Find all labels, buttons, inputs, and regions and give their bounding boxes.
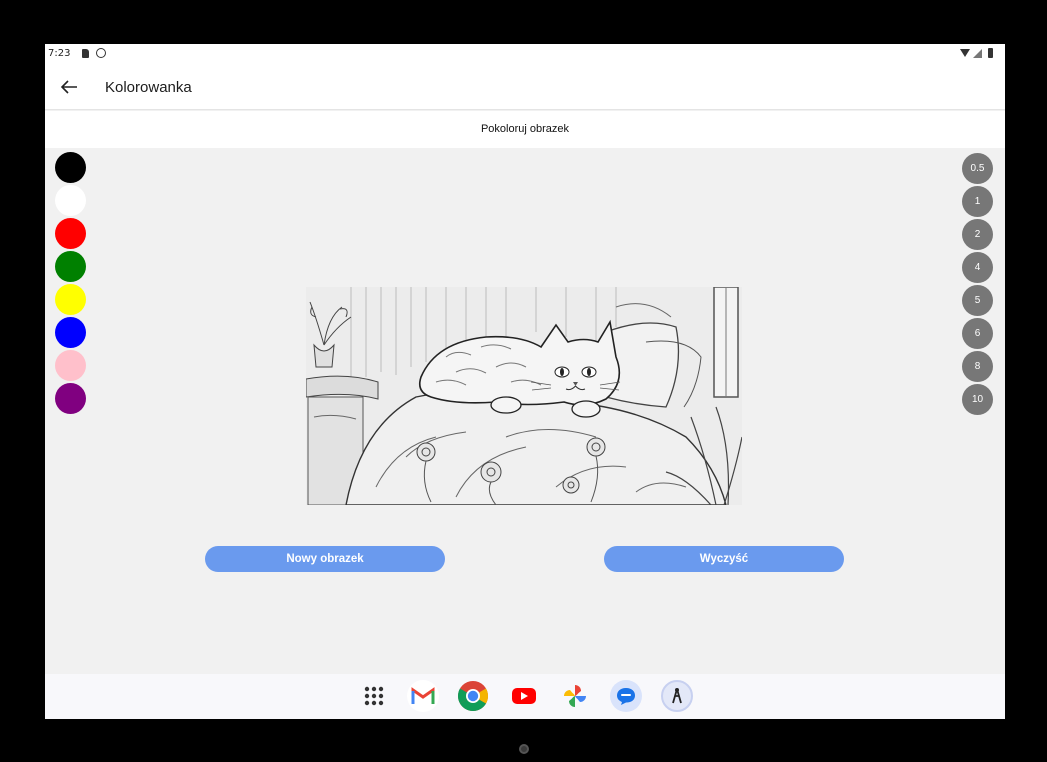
chrome-icon[interactable] <box>457 680 489 712</box>
brush-size-button[interactable]: 5 <box>962 285 993 316</box>
youtube-icon[interactable] <box>508 680 540 712</box>
brush-size-button[interactable]: 6 <box>962 318 993 349</box>
clear-button[interactable]: Wyczyść <box>604 546 844 572</box>
brush-size-button[interactable]: 8 <box>962 351 993 382</box>
color-swatch-yellow[interactable] <box>55 284 86 315</box>
sd-card-icon <box>82 49 89 58</box>
apps-grid-icon[interactable] <box>358 680 390 712</box>
brush-size-button[interactable]: 0.5 <box>962 153 993 184</box>
color-swatch-green[interactable] <box>55 251 86 282</box>
subheader-title: Pokoloruj obrazek <box>480 123 570 135</box>
photos-icon[interactable] <box>559 680 591 712</box>
app-bar: Kolorowanka <box>45 64 1005 110</box>
brush-size-button[interactable]: 4 <box>962 252 993 283</box>
sync-icon <box>96 48 106 58</box>
brush-size-button[interactable]: 10 <box>962 384 993 415</box>
system-icons <box>960 48 993 58</box>
home-button[interactable] <box>519 744 529 754</box>
gmail-icon[interactable] <box>407 680 439 712</box>
color-swatch-blue[interactable] <box>55 317 86 348</box>
color-swatch-black[interactable] <box>55 152 86 183</box>
new-image-button[interactable]: Nowy obrazek <box>205 546 445 572</box>
subheader: Pokoloruj obrazek <box>45 111 1005 148</box>
color-swatch-purple[interactable] <box>55 383 86 414</box>
color-swatch-pink[interactable] <box>55 350 86 381</box>
back-arrow-icon[interactable] <box>57 76 81 98</box>
color-swatch-red[interactable] <box>55 218 86 249</box>
wifi-icon <box>960 49 970 57</box>
messages-icon[interactable] <box>610 680 642 712</box>
color-swatch-white[interactable] <box>55 185 86 216</box>
status-time: 7:23 <box>48 48 71 59</box>
brush-size-button[interactable]: 1 <box>962 186 993 217</box>
battery-icon <box>988 48 993 58</box>
status-bar: 7:23 <box>45 44 1005 64</box>
app-icon[interactable] <box>661 680 693 712</box>
signal-icon <box>973 48 982 58</box>
app-dock <box>45 674 1005 719</box>
brush-size-button[interactable]: 2 <box>962 219 993 250</box>
screen: 7:23 Kolorowanka Pokoloruj obrazek 0.5 1… <box>45 44 1005 719</box>
cat-line-art-image <box>306 287 742 505</box>
coloring-canvas[interactable] <box>306 287 742 505</box>
page-title: Kolorowanka <box>105 79 192 96</box>
